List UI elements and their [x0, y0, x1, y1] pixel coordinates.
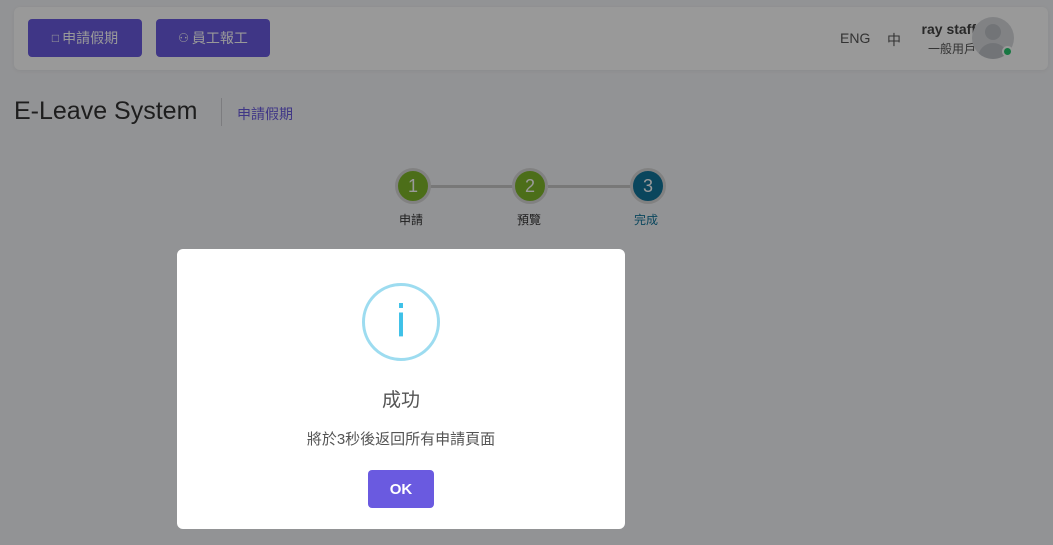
info-icon: i: [362, 283, 440, 361]
dialog-message: 將於3秒後返回所有申請頁面: [306, 431, 496, 448]
ok-button[interactable]: OK: [368, 470, 434, 508]
dialog-title: 成功: [381, 390, 420, 411]
success-dialog: i 成功 將於3秒後返回所有申請頁面 OK: [177, 249, 625, 529]
info-icon-glyph: i: [394, 296, 408, 347]
